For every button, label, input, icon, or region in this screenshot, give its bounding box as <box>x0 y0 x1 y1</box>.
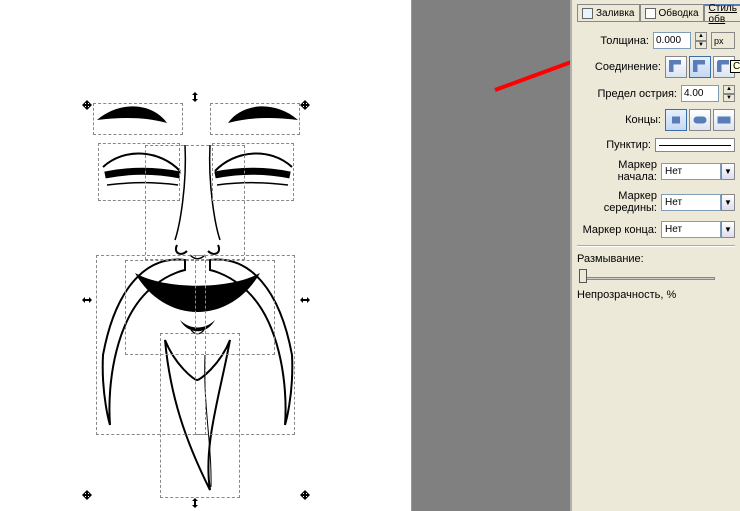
selection-box <box>210 103 300 135</box>
scale-handle[interactable] <box>300 295 310 305</box>
page <box>0 0 412 511</box>
cap-square-button[interactable] <box>713 109 735 131</box>
join-round-button[interactable] <box>689 56 711 78</box>
label-marker-mid: Маркер середины: <box>577 190 657 214</box>
label-width: Толщина: <box>577 35 649 47</box>
miter-limit-input[interactable] <box>681 85 719 102</box>
tab-fill[interactable]: Заливка <box>577 4 640 22</box>
label-blur: Размывание: <box>577 253 735 265</box>
canvas-area[interactable] <box>0 0 570 511</box>
scale-handle[interactable] <box>300 490 310 500</box>
selection-box <box>145 145 245 260</box>
selection-box <box>160 333 240 498</box>
panel-tabs: Заливка Обводка Стиль обв <box>577 4 735 22</box>
label-join: Соединение: <box>577 61 661 73</box>
label-miter: Предел острия: <box>577 88 677 100</box>
scale-handle[interactable] <box>190 92 200 102</box>
tab-stroke-style[interactable]: Стиль обв <box>704 4 740 22</box>
join-miter-button[interactable] <box>665 56 687 78</box>
scale-handle[interactable] <box>300 100 310 110</box>
stroke-width-input[interactable] <box>653 32 691 49</box>
scale-handle[interactable] <box>190 498 200 508</box>
stroke-panel: Заливка Обводка Стиль обв Толщина: ▲▼ px… <box>570 0 740 511</box>
selection-box <box>93 103 183 135</box>
tab-stroke[interactable]: Обводка <box>640 4 704 22</box>
unit-select[interactable]: px <box>711 32 735 49</box>
label-marker-end: Маркер конца: <box>577 224 657 236</box>
cap-butt-button[interactable] <box>665 109 687 131</box>
label-dash: Пунктир: <box>577 139 651 151</box>
marker-mid-select[interactable]: Нет▼ <box>661 194 735 211</box>
label-caps: Концы: <box>577 114 661 126</box>
label-marker-start: Маркер начала: <box>577 159 657 183</box>
scale-handle[interactable] <box>82 490 92 500</box>
width-spinner[interactable]: ▲▼ <box>695 32 707 49</box>
cap-round-button[interactable] <box>689 109 711 131</box>
label-opacity: Непрозрачность, % <box>577 289 735 301</box>
marker-end-select[interactable]: Нет▼ <box>661 221 735 238</box>
dash-preview[interactable] <box>655 138 735 152</box>
blur-slider[interactable] <box>577 267 717 283</box>
scale-handle[interactable] <box>82 295 92 305</box>
scale-handle[interactable] <box>82 100 92 110</box>
tooltip: Скругл <box>730 60 740 73</box>
miter-spinner[interactable]: ▲▼ <box>723 85 735 102</box>
join-bevel-button[interactable]: Скругл <box>713 56 735 78</box>
marker-start-select[interactable]: Нет▼ <box>661 163 735 180</box>
